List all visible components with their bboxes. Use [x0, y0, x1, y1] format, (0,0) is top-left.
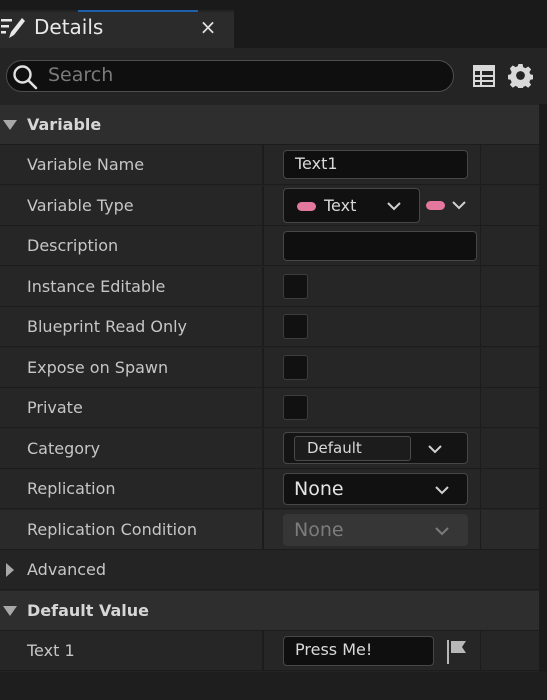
column-divider	[262, 145, 264, 185]
row-variable-type: Variable Type Text	[0, 186, 539, 226]
edit-icon	[1, 18, 25, 38]
column-divider	[262, 186, 264, 226]
replication-condition-dropdown: None	[283, 514, 468, 546]
text-1-field[interactable]: Press Me!	[283, 636, 434, 666]
column-divider	[480, 469, 481, 509]
chevron-down-icon	[452, 201, 466, 210]
chevron-down-icon	[435, 527, 449, 536]
property-label: Variable Type	[27, 196, 134, 215]
column-divider	[480, 267, 481, 307]
scrollbar[interactable]	[539, 104, 547, 672]
table-icon[interactable]	[472, 64, 496, 88]
row-replication: Replication None	[0, 469, 539, 509]
tab-title: Details	[34, 15, 104, 39]
row-description: Description	[0, 226, 539, 266]
category-combo[interactable]: Default	[283, 432, 468, 464]
variable-type-value: Text	[324, 196, 357, 215]
row-instance-editable: Instance Editable	[0, 267, 539, 307]
tab-accent	[78, 10, 198, 12]
row-text-1: Text 1 Press Me!	[0, 631, 539, 671]
chevron-down-icon	[3, 606, 17, 616]
property-label: Text 1	[27, 641, 75, 660]
row-replication-condition: Replication Condition None	[0, 510, 539, 550]
section-advanced[interactable]: Advanced	[0, 550, 539, 590]
column-divider	[262, 429, 264, 469]
category-input[interactable]: Default	[294, 436, 411, 461]
section-label: Advanced	[27, 560, 107, 579]
search-icon	[13, 65, 38, 90]
column-divider	[480, 429, 481, 469]
search-input[interactable]	[48, 61, 438, 89]
column-divider	[480, 145, 481, 185]
chevron-down-icon	[3, 120, 17, 130]
container-type-icon	[426, 201, 445, 210]
column-divider	[480, 510, 481, 550]
property-label: Instance Editable	[27, 277, 166, 296]
section-variable[interactable]: Variable	[0, 105, 539, 145]
property-label: Private	[27, 398, 83, 417]
section-label: Default Value	[27, 601, 150, 620]
replication-value: None	[294, 478, 344, 500]
replication-dropdown[interactable]: None	[283, 473, 468, 505]
property-label: Replication Condition	[27, 520, 197, 539]
chevron-down-icon[interactable]	[428, 445, 442, 454]
column-divider	[480, 388, 481, 428]
gear-icon[interactable]	[508, 63, 533, 88]
section-label: Variable	[27, 115, 102, 134]
column-divider	[262, 510, 264, 550]
property-label: Variable Name	[27, 155, 145, 174]
column-divider	[262, 388, 264, 428]
chevron-right-icon	[6, 563, 14, 577]
close-icon[interactable]: ×	[199, 14, 217, 40]
private-checkbox[interactable]	[283, 395, 308, 420]
replication-condition-value: None	[294, 519, 344, 541]
column-divider	[480, 226, 481, 266]
row-category: Category Default	[0, 429, 539, 469]
column-divider	[480, 631, 481, 671]
bottom-area	[0, 672, 547, 700]
chevron-down-icon	[435, 486, 449, 495]
localization-flag-icon[interactable]	[446, 639, 468, 665]
category-value: Default	[307, 439, 362, 457]
column-divider	[262, 631, 264, 671]
property-label: Blueprint Read Only	[27, 317, 188, 336]
blueprint-read-only-checkbox[interactable]	[283, 314, 308, 339]
column-divider	[262, 226, 264, 266]
row-private: Private	[0, 388, 539, 428]
property-label: Category	[27, 439, 101, 458]
variable-type-dropdown[interactable]: Text	[283, 188, 420, 223]
container-type-dropdown[interactable]	[423, 188, 473, 223]
row-variable-name: Variable Name Text1	[0, 145, 539, 185]
expose-on-spawn-checkbox[interactable]	[283, 355, 308, 380]
column-divider	[480, 307, 481, 347]
instance-editable-checkbox[interactable]	[283, 274, 308, 299]
column-divider	[480, 186, 481, 226]
column-divider	[480, 348, 481, 388]
column-divider	[262, 307, 264, 347]
column-divider	[262, 348, 264, 388]
chevron-down-icon	[387, 202, 401, 211]
variable-name-field[interactable]: Text1	[283, 150, 468, 179]
column-divider	[262, 469, 264, 509]
property-label: Expose on Spawn	[27, 358, 169, 377]
column-divider	[262, 267, 264, 307]
section-default-value[interactable]: Default Value	[0, 591, 539, 631]
description-field[interactable]	[283, 231, 477, 261]
property-label: Description	[27, 236, 119, 255]
row-blueprint-read-only: Blueprint Read Only	[0, 307, 539, 347]
property-label: Replication	[27, 479, 116, 498]
pin-type-icon	[297, 202, 316, 211]
row-expose-on-spawn: Expose on Spawn	[0, 348, 539, 388]
